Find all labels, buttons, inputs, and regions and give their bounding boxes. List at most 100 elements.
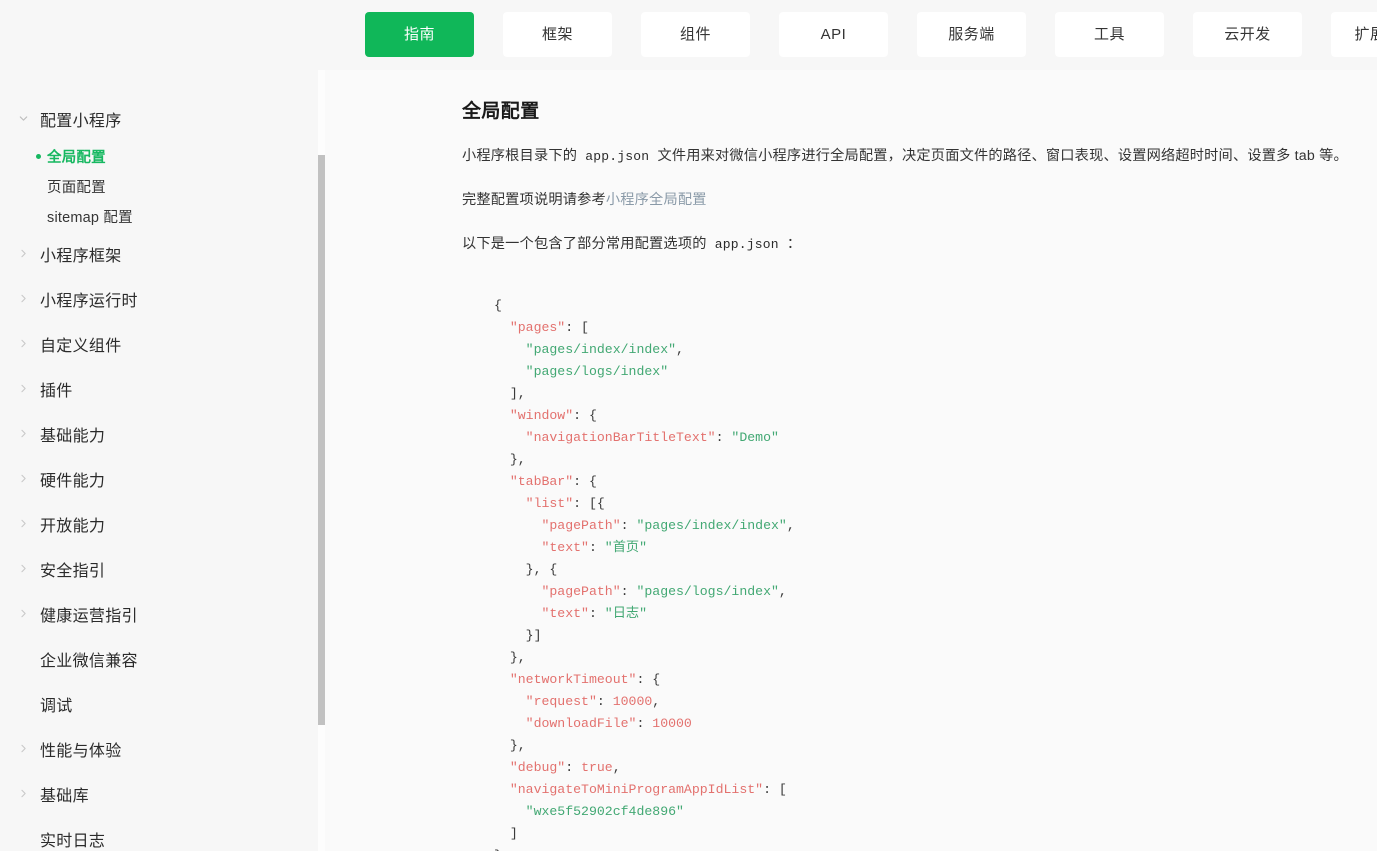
sidebar-group-6[interactable]: 基础能力 bbox=[0, 411, 310, 456]
code-line: "navigateToMiniProgramAppIdList": [ bbox=[509, 782, 787, 798]
code-line: "tabBar": { bbox=[509, 474, 597, 490]
sidebar-subitem-label: 页面配置 bbox=[47, 179, 106, 196]
sidebar-subitem-1-3[interactable]: sitemap 配置 bbox=[0, 201, 310, 231]
sidebar-group-10[interactable]: 健康运营指引 bbox=[0, 591, 310, 636]
code-line: "text": "日志" bbox=[541, 606, 647, 622]
code-line: "networkTimeout": { bbox=[509, 672, 661, 688]
sidebar-group-4[interactable]: 自定义组件 bbox=[0, 321, 310, 366]
chevron-down-icon bbox=[18, 113, 40, 124]
paragraph-1-text-before: 小程序根目录下的 bbox=[462, 148, 578, 164]
code-line: { bbox=[494, 298, 502, 314]
sidebar-group-label: 小程序运行时 bbox=[40, 292, 138, 310]
sidebar-group-14[interactable]: 基础库 bbox=[0, 771, 310, 816]
code-line: ] bbox=[494, 826, 518, 842]
sidebar-group-1[interactable]: 配置小程序 bbox=[0, 96, 310, 141]
code-line: "request": 10000, bbox=[525, 694, 661, 710]
paragraph-3-text-after: ： bbox=[786, 236, 802, 253]
code-line: }, bbox=[494, 650, 526, 666]
chevron-right-icon bbox=[18, 518, 40, 529]
tab-2[interactable]: 框架 bbox=[503, 12, 612, 57]
tab-label: 框架 bbox=[541, 26, 573, 43]
code-line: "navigationBarTitleText": "Demo" bbox=[525, 430, 779, 446]
tab-label: 指南 bbox=[403, 26, 435, 43]
sidebar-group-label: 硬件能力 bbox=[40, 472, 106, 490]
tab-1[interactable]: 指南 bbox=[365, 12, 474, 57]
sidebar-group-5[interactable]: 插件 bbox=[0, 366, 310, 411]
sidebar-group-label: 插件 bbox=[40, 382, 73, 400]
chevron-right-icon bbox=[18, 563, 40, 574]
chevron-right-icon bbox=[18, 608, 40, 619]
sidebar-subitem-label: 全局配置 bbox=[47, 149, 106, 166]
tab-3[interactable]: 组件 bbox=[641, 12, 750, 57]
chevron-right-icon bbox=[18, 293, 40, 304]
tab-7[interactable]: 云开发 bbox=[1193, 12, 1302, 57]
sidebar-group-7[interactable]: 硬件能力 bbox=[0, 456, 310, 501]
inline-code-app-json-2: app.json bbox=[714, 237, 779, 253]
tab-6[interactable]: 工具 bbox=[1055, 12, 1164, 57]
code-line: ], bbox=[494, 386, 526, 402]
top-tab-bar: 指南 框架 组件 API 服务端 工具 云开发 扩展能力 bbox=[0, 0, 1377, 70]
sidebar-group-label: 配置小程序 bbox=[40, 112, 122, 130]
sidebar-group-3[interactable]: 小程序运行时 bbox=[0, 276, 310, 321]
json-code-block: { "pages": [ "pages/index/index", "pages… bbox=[462, 295, 1372, 851]
code-line: "debug": true, bbox=[509, 760, 621, 776]
intro-paragraph-1: 小程序根目录下的 app.json 文件用来对微信小程序进行全局配置，决定页面文… bbox=[462, 145, 1372, 167]
sidebar-group-label: 实时日志 bbox=[40, 832, 106, 850]
code-line: "list": [{ bbox=[525, 496, 605, 512]
sidebar-subitem-1-2[interactable]: 页面配置 bbox=[0, 171, 310, 201]
sidebar-group-2[interactable]: 小程序框架 bbox=[0, 231, 310, 276]
sidebar-subitem-label: sitemap 配置 bbox=[47, 209, 133, 226]
paragraph-3-text-before: 以下是一个包含了部分常用配置选项的 bbox=[462, 236, 707, 253]
code-line: "pages/logs/index" bbox=[525, 364, 669, 380]
chevron-right-icon bbox=[18, 428, 40, 439]
chevron-right-icon bbox=[18, 248, 40, 259]
sidebar-group-8[interactable]: 开放能力 bbox=[0, 501, 310, 546]
sidebar-group-label: 自定义组件 bbox=[40, 337, 122, 355]
tab-8[interactable]: 扩展能力 bbox=[1331, 12, 1377, 57]
chevron-right-icon bbox=[18, 473, 40, 484]
tab-list: 指南 框架 组件 API 服务端 工具 云开发 扩展能力 bbox=[365, 12, 1377, 57]
sidebar-group-label: 企业微信兼容 bbox=[40, 652, 138, 670]
code-line: "text": "首页" bbox=[541, 540, 647, 556]
chevron-right-icon bbox=[18, 383, 40, 394]
document-body: 全局配置 小程序根目录下的 app.json 文件用来对微信小程序进行全局配置，… bbox=[462, 96, 1372, 851]
page-title: 全局配置 bbox=[462, 101, 540, 122]
code-line: "pages/index/index", bbox=[525, 342, 684, 358]
code-line: "wxe5f52902cf4de896" bbox=[525, 804, 684, 820]
tab-label: API bbox=[820, 26, 847, 43]
chevron-right-icon bbox=[18, 743, 40, 754]
sidebar-subitem-1-1[interactable]: 全局配置 bbox=[0, 141, 310, 171]
code-line: }, bbox=[494, 738, 526, 754]
chevron-right-icon bbox=[18, 788, 40, 799]
tab-label: 工具 bbox=[1093, 26, 1125, 43]
sidebar-group-15[interactable]: 实时日志 bbox=[0, 816, 310, 851]
tab-label: 服务端 bbox=[948, 26, 995, 43]
code-line: "window": { bbox=[509, 408, 597, 424]
tab-label: 扩展能力 bbox=[1354, 26, 1377, 43]
sidebar-group-label: 健康运营指引 bbox=[40, 607, 138, 625]
sidebar-group-13[interactable]: 性能与体验 bbox=[0, 726, 310, 771]
sidebar-group-9[interactable]: 安全指引 bbox=[0, 546, 310, 591]
sidebar-group-label: 基础能力 bbox=[40, 427, 106, 445]
code-line: "pages": [ bbox=[509, 320, 589, 336]
sidebar-navigation: 配置小程序全局配置页面配置 sitemap 配置小程序框架小程序运行时 自定义组件插… bbox=[0, 70, 325, 851]
inline-code-app-json: app.json bbox=[585, 149, 650, 164]
intro-paragraph-3: 以下是一个包含了部分常用配置选项的 app.json ： bbox=[462, 233, 1372, 255]
code-line: }] bbox=[494, 628, 542, 644]
intro-paragraph-2: 完整配置项说明请参考小程序全局配置 bbox=[462, 189, 1372, 211]
sidebar-group-12[interactable]: 调试 bbox=[0, 681, 310, 726]
chevron-right-icon bbox=[18, 338, 40, 349]
tab-5[interactable]: 服务端 bbox=[917, 12, 1026, 57]
sidebar-items-container: 配置小程序全局配置页面配置 sitemap 配置小程序框架小程序运行时 自定义组件插… bbox=[0, 70, 310, 851]
tab-label: 组件 bbox=[679, 26, 711, 43]
sidebar-group-label: 调试 bbox=[40, 697, 73, 715]
active-bullet-icon bbox=[36, 153, 41, 159]
code-line: }, { bbox=[494, 562, 558, 578]
paragraph-2-text: 完整配置项说明请参考 bbox=[462, 192, 606, 209]
sidebar-scrollbar-thumb[interactable] bbox=[318, 155, 325, 725]
sidebar-group-11[interactable]: 企业微信兼容 bbox=[0, 636, 310, 681]
tab-4[interactable]: API bbox=[779, 12, 888, 57]
global-config-reference-link[interactable]: 小程序全局配置 bbox=[606, 192, 707, 208]
code-line: }, bbox=[494, 452, 526, 468]
paragraph-1-text-after: 文件用来对微信小程序进行全局配置，决定页面文件的路径、窗口表现、设置网络超时时间… bbox=[657, 148, 1348, 164]
